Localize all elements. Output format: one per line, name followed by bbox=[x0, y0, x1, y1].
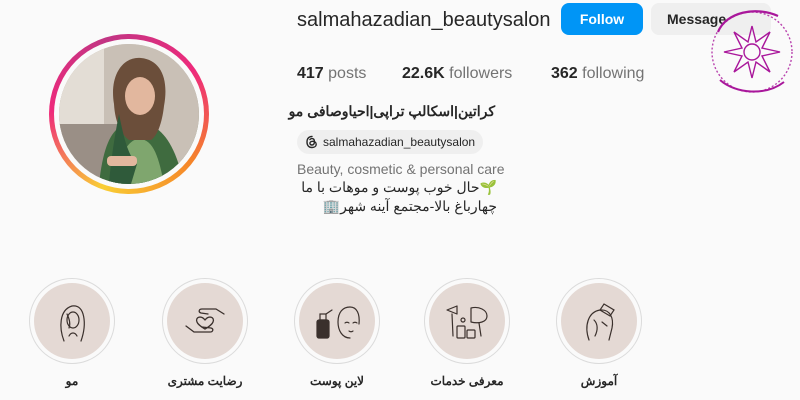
highlight-label: رضایت مشتری bbox=[167, 374, 243, 388]
profile-category: Beauty, cosmetic & personal care bbox=[297, 161, 505, 177]
follow-button[interactable]: Follow bbox=[561, 3, 643, 35]
highlight-ring bbox=[424, 278, 510, 364]
profile-username: salmahazadian_beautysalon bbox=[297, 9, 551, 31]
highlight-ring bbox=[294, 278, 380, 364]
highlight-cover bbox=[299, 283, 375, 359]
hands-heart-icon bbox=[185, 308, 225, 333]
posts-stat[interactable]: 417 posts bbox=[297, 65, 366, 83]
following-label: following bbox=[582, 65, 645, 82]
followers-count: 22.6K bbox=[402, 65, 445, 82]
profile-full-name: کراتین|اسکالپ تراپی|احیاوصافی مو bbox=[288, 103, 495, 119]
following-stat[interactable]: 362 following bbox=[551, 65, 644, 83]
watermark-logo bbox=[711, 10, 793, 93]
posts-count: 417 bbox=[297, 65, 324, 82]
hair-treatment-icon bbox=[586, 303, 615, 341]
avatar[interactable] bbox=[59, 44, 199, 184]
salon-tools-icon bbox=[446, 305, 488, 339]
highlight-education[interactable]: آموزش bbox=[556, 278, 642, 388]
highlight-ring bbox=[162, 278, 248, 364]
highlight-ring bbox=[29, 278, 115, 364]
highlight-cover bbox=[34, 283, 110, 359]
profile-avatar-story-ring[interactable] bbox=[49, 34, 209, 194]
highlight-cover bbox=[429, 283, 505, 359]
following-count: 362 bbox=[551, 65, 578, 82]
highlight-services[interactable]: معرفی خدمات bbox=[424, 278, 510, 388]
posts-label: posts bbox=[328, 65, 367, 82]
highlight-cover bbox=[167, 283, 243, 359]
highlight-cover bbox=[561, 283, 637, 359]
bio-line-1: 🌱حال خوب پوست و موهات با ما bbox=[301, 179, 497, 195]
highlight-skin-line[interactable]: لاین پوست bbox=[294, 278, 380, 388]
bio-line-2: چهارباغ بالا-مجتمع آینه شهر🏢 bbox=[322, 198, 497, 214]
followers-label: followers bbox=[449, 65, 513, 82]
avatar-photo-illustration bbox=[59, 44, 199, 184]
highlight-label: مو bbox=[65, 374, 79, 388]
followers-stat[interactable]: 22.6K followers bbox=[402, 65, 512, 83]
threads-link[interactable]: salmahazadian_beautysalon bbox=[297, 130, 484, 154]
highlight-customer-satisfaction[interactable]: رضایت مشتری bbox=[162, 278, 248, 388]
highlight-ring bbox=[556, 278, 642, 364]
highlight-label: معرفی خدمات bbox=[430, 374, 504, 388]
highlight-label: لاین پوست bbox=[309, 374, 365, 388]
highlight-label: آموزش bbox=[580, 374, 618, 388]
skincare-face-icon bbox=[316, 306, 360, 339]
threads-icon bbox=[306, 135, 317, 149]
threads-handle: salmahazadian_beautysalon bbox=[323, 135, 476, 149]
highlight-hair[interactable]: مو bbox=[29, 278, 115, 388]
woman-hair-icon bbox=[60, 305, 85, 342]
